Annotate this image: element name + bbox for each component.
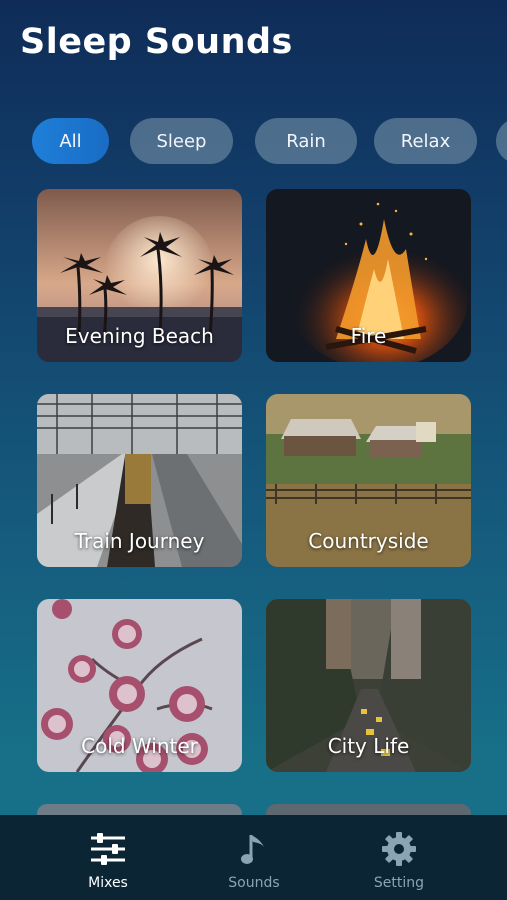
mix-card-countryside[interactable]: Countryside bbox=[266, 394, 471, 567]
filter-chips: All Sleep Rain Relax bbox=[0, 118, 507, 166]
mix-card-label: Cold Winter bbox=[81, 734, 198, 758]
nav-label: Setting bbox=[373, 875, 425, 891]
mix-card-label: Countryside bbox=[308, 529, 429, 553]
bottom-nav: Mixes Sounds Setting bbox=[0, 815, 507, 900]
mix-card-train-journey[interactable]: Train Journey bbox=[37, 394, 242, 567]
chip-all[interactable]: All bbox=[32, 118, 109, 164]
chip-more[interactable] bbox=[496, 118, 507, 164]
mix-card-label: Evening Beach bbox=[65, 324, 214, 348]
chip-relax[interactable]: Relax bbox=[374, 118, 477, 164]
nav-label: Sounds bbox=[228, 875, 280, 891]
chip-rain[interactable]: Rain bbox=[255, 118, 357, 164]
nav-label: Mixes bbox=[88, 875, 128, 891]
mix-card-cold-winter[interactable]: Cold Winter bbox=[37, 599, 242, 772]
mix-card-label: City Life bbox=[327, 734, 410, 758]
chip-sleep[interactable]: Sleep bbox=[130, 118, 233, 164]
nav-item-setting[interactable]: Setting bbox=[339, 815, 459, 900]
mix-card-evening-beach[interactable]: Evening Beach bbox=[37, 189, 242, 362]
nav-item-sounds[interactable]: Sounds bbox=[194, 815, 314, 900]
music-note-icon bbox=[241, 835, 264, 864]
nav-item-mixes[interactable]: Mixes bbox=[48, 815, 168, 900]
mix-card-fire[interactable]: Fire bbox=[266, 189, 471, 362]
gear-icon bbox=[382, 832, 416, 866]
mix-card-label: Train Journey bbox=[74, 529, 205, 553]
mix-card-city-life[interactable]: City Life bbox=[266, 599, 471, 772]
page-title: Sleep Sounds bbox=[20, 22, 293, 62]
mix-card-label: Fire bbox=[350, 324, 387, 348]
sliders-icon bbox=[91, 833, 125, 865]
